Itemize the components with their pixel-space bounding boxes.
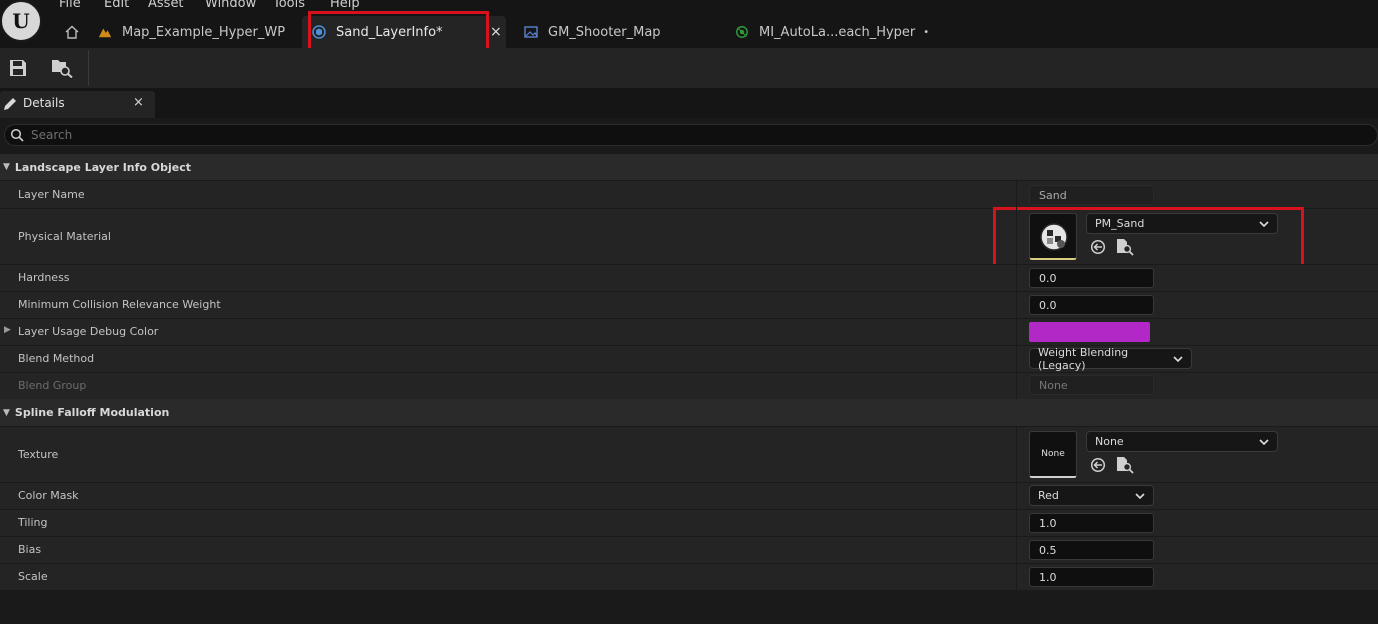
search-icon xyxy=(10,128,24,142)
row-debug-color xyxy=(0,318,1378,345)
tab-label: Map_Example_Hyper_WP xyxy=(122,24,286,40)
details-tab-label: Details xyxy=(23,96,65,110)
debug-color-swatch[interactable] xyxy=(1029,322,1150,342)
bias-field[interactable]: 0.5 xyxy=(1029,540,1154,560)
category-label: Landscape Layer Info Object xyxy=(14,160,192,174)
physical-material-dropdown[interactable]: PM_Sand xyxy=(1086,213,1278,234)
tiling-field[interactable]: 1.0 xyxy=(1029,513,1154,533)
expand-arrow-icon[interactable]: ▶ xyxy=(4,325,11,335)
toolbar xyxy=(0,48,1378,88)
physical-material-icon xyxy=(1039,222,1069,252)
physical-material-label: Physical Material xyxy=(18,230,111,243)
level-icon xyxy=(98,25,112,39)
row-layer-name xyxy=(0,180,1378,208)
color-mask-value: Red xyxy=(1038,489,1059,502)
blend-group-field: None xyxy=(1029,375,1154,395)
row-hardness xyxy=(0,264,1378,291)
physical-material-thumbnail[interactable] xyxy=(1029,213,1077,260)
tab-label: Sand_LayerInfo* xyxy=(336,24,443,40)
blend-method-label: Blend Method xyxy=(18,352,95,365)
texture-thumbnail[interactable]: None xyxy=(1029,431,1077,478)
scale-field[interactable]: 1.0 xyxy=(1029,567,1154,587)
column-splitter[interactable] xyxy=(1016,180,1017,399)
use-selected-asset-icon[interactable] xyxy=(1090,239,1106,255)
column-splitter[interactable] xyxy=(1016,426,1017,590)
row-tiling xyxy=(0,509,1378,536)
chevron-down-icon xyxy=(1259,435,1269,448)
category-spline-falloff[interactable]: ▼ Spline Falloff Modulation xyxy=(0,399,1378,426)
tab-label: GM_Shooter_Map xyxy=(548,24,661,40)
texture-value: None xyxy=(1095,435,1124,448)
row-color-mask xyxy=(0,482,1378,509)
min-collision-label: Minimum Collision Relevance Weight xyxy=(18,298,221,311)
chevron-down-icon xyxy=(1173,352,1183,365)
menu-window[interactable]: Window xyxy=(205,0,256,11)
color-mask-label: Color Mask xyxy=(18,489,79,502)
search-box[interactable]: Search xyxy=(4,124,1378,146)
expand-arrow-icon: ▼ xyxy=(3,407,10,418)
tab-mi-autolandscape[interactable]: MI_AutoLa...each_Hyper • xyxy=(735,16,929,48)
debug-color-label: Layer Usage Debug Color xyxy=(18,325,159,338)
menu-edit[interactable]: Edit xyxy=(104,0,129,11)
blend-method-value: Weight Blending (Legacy) xyxy=(1038,345,1129,372)
details-tab[interactable]: Details × xyxy=(0,91,155,118)
save-icon[interactable] xyxy=(9,59,27,77)
details-close-button[interactable]: × xyxy=(133,95,144,110)
pencil-icon xyxy=(2,96,18,112)
hardness-label: Hardness xyxy=(18,271,70,284)
category-label: Spline Falloff Modulation xyxy=(14,406,170,419)
home-icon[interactable] xyxy=(64,24,80,40)
tab-gm-shooter-map[interactable]: GM_Shooter_Map xyxy=(524,16,661,48)
browse-asset-icon[interactable] xyxy=(1116,456,1134,474)
use-selected-asset-icon[interactable] xyxy=(1090,457,1106,473)
row-bias xyxy=(0,536,1378,563)
browse-asset-icon[interactable] xyxy=(1116,238,1134,256)
min-collision-field[interactable]: 0.0 xyxy=(1029,295,1154,315)
layer-name-field: Sand xyxy=(1029,185,1154,205)
menu-help[interactable]: Help xyxy=(330,0,360,11)
tab-sand-layerinfo[interactable]: Sand_LayerInfo* xyxy=(302,16,506,48)
blend-method-dropdown[interactable]: Weight Blending (Legacy) xyxy=(1029,345,1192,372)
layer-name-label: Layer Name xyxy=(18,188,85,201)
blend-group-label: Blend Group xyxy=(18,379,87,392)
tab-close-button[interactable]: × xyxy=(490,24,502,40)
tab-map-example[interactable]: Map_Example_Hyper_WP xyxy=(98,16,285,48)
menu-file[interactable]: File xyxy=(59,0,81,11)
material-instance-icon xyxy=(735,25,749,39)
unsaved-indicator: • xyxy=(923,26,930,38)
menu-asset[interactable]: Asset xyxy=(148,0,184,11)
physical-material-value: PM_Sand xyxy=(1095,217,1145,230)
scale-label: Scale xyxy=(18,570,48,583)
tab-label: MI_AutoLa...each_Hyper xyxy=(759,24,916,40)
expand-arrow-icon: ▼ xyxy=(3,162,10,172)
category-landscape-layer-info[interactable]: ▼ Landscape Layer Info Object xyxy=(0,154,1378,180)
toolbar-divider xyxy=(88,50,89,86)
menu-tools[interactable]: Tools xyxy=(273,0,305,11)
panel-tab-strip xyxy=(0,88,1378,118)
color-mask-dropdown[interactable]: Red xyxy=(1029,485,1154,506)
layer-info-icon xyxy=(312,25,326,39)
row-blend-group xyxy=(0,372,1378,399)
bias-label: Bias xyxy=(18,543,42,556)
texture-dropdown[interactable]: None xyxy=(1086,431,1278,452)
chevron-down-icon xyxy=(1135,489,1145,502)
search-input[interactable]: Search xyxy=(31,128,72,142)
tiling-label: Tiling xyxy=(18,516,48,529)
row-scale xyxy=(0,563,1378,590)
unreal-logo-icon[interactable]: U xyxy=(0,0,42,42)
image-icon xyxy=(524,25,538,39)
texture-label: Texture xyxy=(18,448,59,461)
hardness-field[interactable]: 0.0 xyxy=(1029,268,1154,288)
browse-to-asset-icon[interactable] xyxy=(51,58,73,79)
chevron-down-icon xyxy=(1259,217,1269,230)
